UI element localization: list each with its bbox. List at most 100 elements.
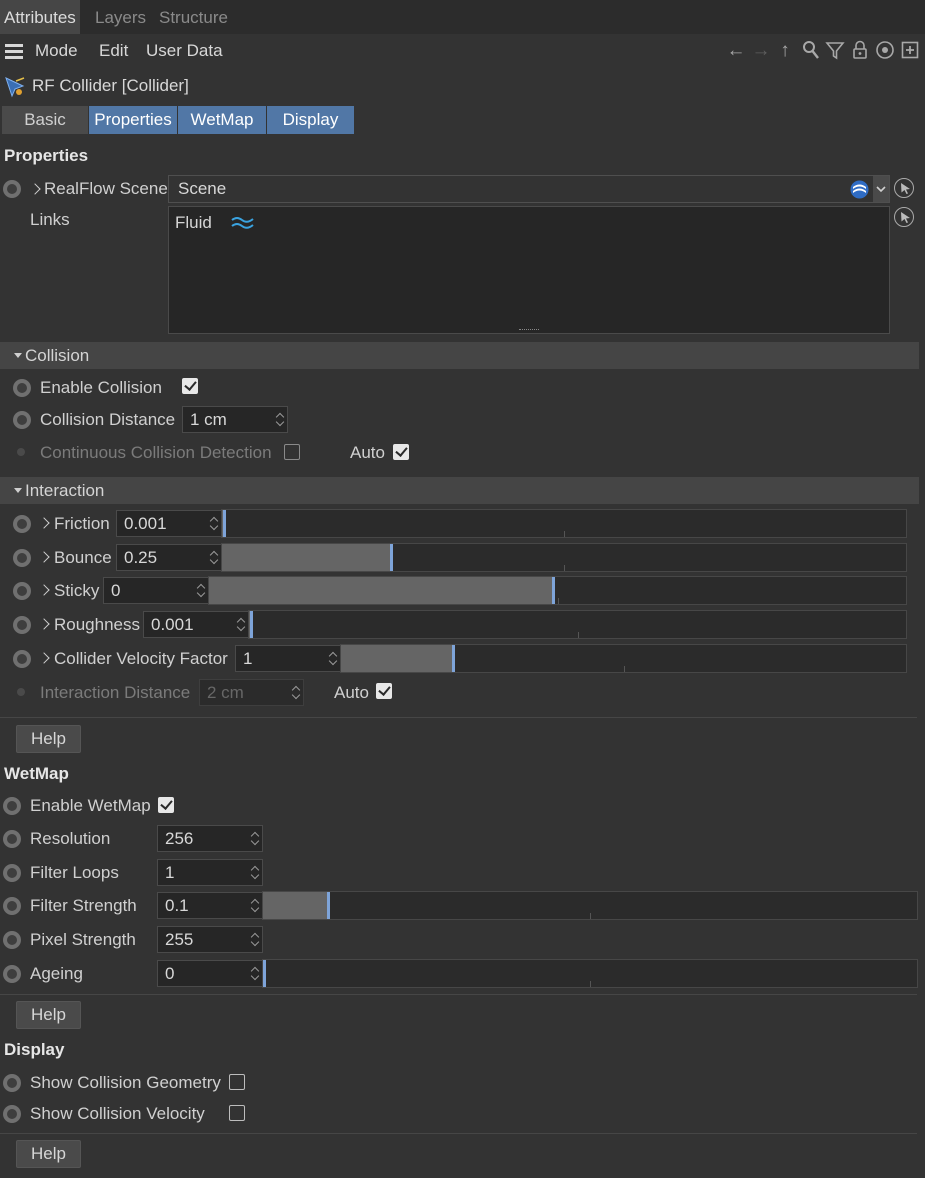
animate-radio-pixel-strength[interactable]	[3, 931, 21, 949]
slider-knob[interactable]	[327, 892, 330, 919]
filter-icon[interactable]	[823, 40, 847, 66]
arrow-up-icon[interactable]: ↑	[773, 40, 797, 62]
spinner-arrows-icon[interactable]	[210, 550, 218, 565]
resolution-input[interactable]: 256	[157, 825, 263, 852]
slider-knob[interactable]	[223, 510, 226, 537]
pixel-strength-input[interactable]: 255	[157, 926, 263, 953]
slider-knob[interactable]	[452, 645, 455, 672]
expand-chevron-icon[interactable]	[38, 584, 50, 596]
animate-radio-enable-collision[interactable]	[13, 379, 31, 397]
spinner-arrows-icon[interactable]	[251, 932, 259, 947]
tab-basic[interactable]: Basic	[2, 106, 88, 134]
wetmap-help-button[interactable]: Help	[16, 1001, 81, 1029]
slider-knob[interactable]	[263, 960, 266, 987]
animate-radio-bounce[interactable]	[13, 549, 31, 567]
ccd-label: Continuous Collision Detection	[40, 443, 272, 462]
animate-radio-resolution[interactable]	[3, 830, 21, 848]
spinner-arrows-icon[interactable]	[197, 583, 205, 598]
filter-strength-slider[interactable]	[262, 891, 918, 920]
realflow-scene-field[interactable]: Scene	[168, 175, 890, 203]
lock-icon[interactable]	[848, 40, 872, 66]
spinner-arrows-icon[interactable]	[210, 516, 218, 531]
animate-radio-enable-wetmap[interactable]	[3, 797, 21, 815]
tab-structure[interactable]: Structure	[155, 0, 232, 34]
arrow-left-icon[interactable]: ←	[724, 40, 748, 62]
animate-radio-sticky[interactable]	[13, 582, 31, 600]
menu-edit[interactable]: Edit	[99, 34, 128, 68]
spinner-arrows-icon[interactable]	[251, 865, 259, 880]
tab-layers[interactable]: Layers	[91, 0, 150, 34]
spinner-arrows-icon[interactable]	[251, 831, 259, 846]
filter-loops-input[interactable]: 1	[157, 859, 263, 886]
ccd-checkbox[interactable]	[284, 444, 300, 460]
animate-radio-filter-strength[interactable]	[3, 897, 21, 915]
links-item-fluid[interactable]: Fluid	[175, 212, 255, 234]
animate-radio-roughness[interactable]	[13, 616, 31, 634]
expand-chevron-icon[interactable]	[38, 551, 50, 563]
expand-chevron-icon[interactable]	[38, 517, 50, 529]
search-icon[interactable]	[799, 40, 823, 66]
ccd-auto-checkbox[interactable]	[393, 444, 409, 460]
friction-slider[interactable]	[221, 509, 907, 538]
pick-object-icon[interactable]	[894, 178, 914, 198]
menu-mode[interactable]: Mode	[35, 34, 78, 68]
tab-properties[interactable]: Properties	[89, 106, 177, 134]
slider-knob[interactable]	[552, 577, 555, 604]
spinner-arrows-icon[interactable]	[251, 966, 259, 981]
roughness-input[interactable]: 0.001	[143, 611, 249, 638]
expand-chevron-icon[interactable]	[38, 618, 50, 630]
hamburger-menu-icon[interactable]	[5, 44, 23, 59]
sticky-input[interactable]: 0	[103, 577, 209, 604]
collider-object-icon	[3, 75, 27, 99]
tab-wetmap[interactable]: WetMap	[178, 106, 266, 134]
friction-input[interactable]: 0.001	[116, 510, 222, 537]
tab-attributes[interactable]: Attributes	[0, 0, 80, 34]
expand-chevron-icon[interactable]	[29, 183, 41, 195]
animate-radio-show-velocity[interactable]	[3, 1105, 21, 1123]
bounce-slider[interactable]	[221, 543, 907, 572]
collision-distance-input[interactable]: 1 cm	[182, 406, 288, 433]
enable-wetmap-checkbox[interactable]	[158, 797, 174, 813]
collider-velocity-factor-slider[interactable]	[340, 644, 907, 673]
bounce-input[interactable]: 0.25	[116, 544, 222, 571]
ageing-input[interactable]: 0	[157, 960, 263, 987]
interaction-distance-input[interactable]: 2 cm	[199, 679, 304, 706]
resize-handle[interactable]	[519, 329, 539, 333]
display-help-button[interactable]: Help	[16, 1140, 81, 1168]
new-panel-icon[interactable]	[898, 40, 922, 66]
tab-display[interactable]: Display	[267, 106, 354, 134]
roughness-slider[interactable]	[248, 610, 907, 639]
properties-help-button[interactable]: Help	[16, 725, 81, 753]
show-collision-geometry-checkbox[interactable]	[229, 1074, 245, 1090]
animate-radio-collision-distance[interactable]	[13, 411, 31, 429]
expand-chevron-icon[interactable]	[38, 652, 50, 664]
spinner-arrows-icon[interactable]	[329, 651, 337, 666]
animate-radio-show-geometry[interactable]	[3, 1074, 21, 1092]
collision-group-header[interactable]: Collision	[0, 342, 919, 369]
interaction-distance-auto-checkbox[interactable]	[376, 683, 392, 699]
animate-radio-ageing[interactable]	[3, 965, 21, 983]
slider-knob[interactable]	[250, 611, 253, 638]
spinner-arrows-icon[interactable]	[251, 898, 259, 913]
show-collision-velocity-checkbox[interactable]	[229, 1105, 245, 1121]
spinner-arrows-icon[interactable]	[276, 412, 284, 427]
chevron-down-icon[interactable]	[873, 176, 889, 202]
animate-radio-friction[interactable]	[13, 515, 31, 533]
animate-radio-filter-loops[interactable]	[3, 864, 21, 882]
spinner-arrows-icon[interactable]	[292, 685, 300, 700]
filter-strength-input[interactable]: 0.1	[157, 892, 263, 919]
pick-link-icon[interactable]	[894, 207, 914, 227]
collider-velocity-factor-input[interactable]: 1	[235, 645, 341, 672]
slider-knob[interactable]	[390, 544, 393, 571]
spinner-arrows-icon[interactable]	[237, 617, 245, 632]
sticky-slider[interactable]	[208, 576, 907, 605]
animate-radio-collider-velocity-factor[interactable]	[13, 650, 31, 668]
ageing-slider[interactable]	[262, 959, 918, 988]
menu-user-data[interactable]: User Data	[146, 34, 223, 68]
target-icon[interactable]	[873, 40, 897, 66]
arrow-right-icon[interactable]: →	[749, 40, 773, 62]
animate-radio-realflow-scene[interactable]	[3, 180, 21, 198]
enable-collision-checkbox[interactable]	[182, 378, 198, 394]
links-list[interactable]: Fluid	[168, 206, 890, 334]
interaction-group-header[interactable]: Interaction	[0, 477, 919, 504]
